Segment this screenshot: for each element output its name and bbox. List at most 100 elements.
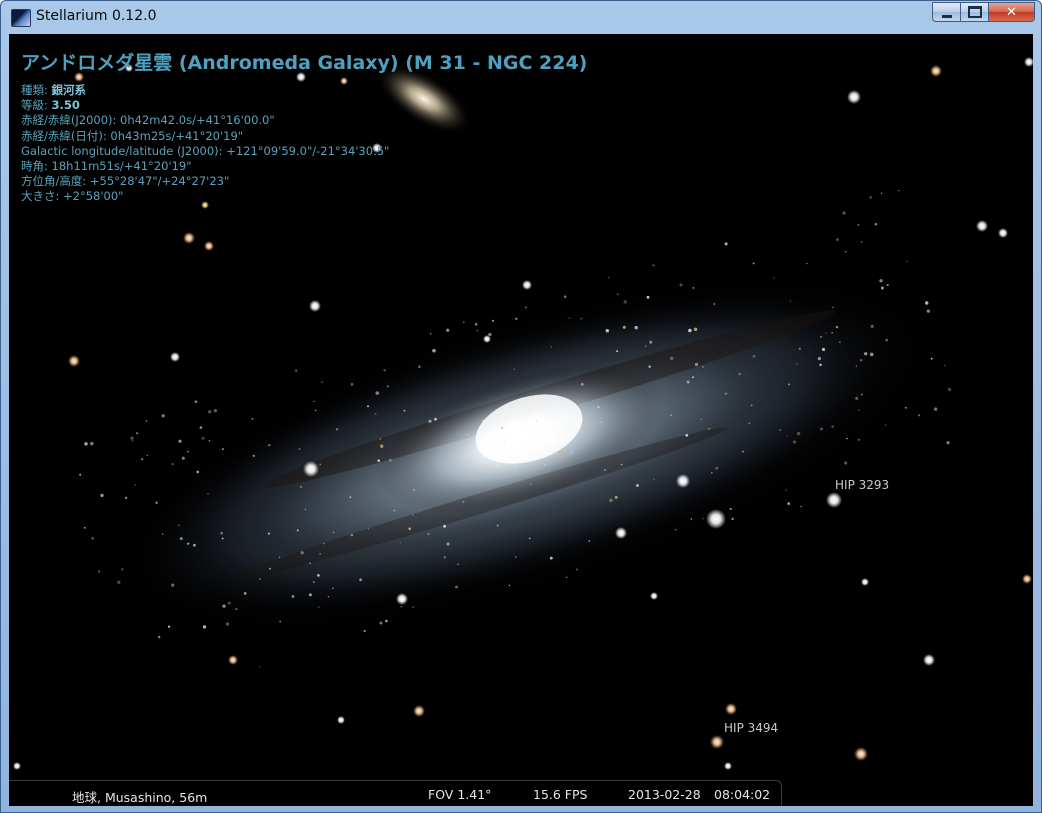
faint-star (171, 463, 174, 466)
faint-star (319, 463, 322, 466)
star[interactable] (1024, 57, 1033, 67)
faint-star (476, 329, 479, 332)
faint-star (379, 444, 384, 448)
status-fov: FOV 1.41° (428, 787, 492, 802)
faint-star (155, 501, 158, 504)
faint-star (646, 295, 650, 299)
faint-star (298, 448, 301, 451)
faint-star (130, 436, 134, 440)
maximize-button[interactable] (960, 2, 988, 22)
faint-star (614, 495, 618, 499)
close-button[interactable]: ✕ (988, 2, 1035, 22)
faint-star (386, 385, 389, 388)
star[interactable] (504, 419, 526, 441)
faint-star (443, 524, 447, 528)
star[interactable] (923, 654, 935, 666)
star[interactable] (303, 461, 319, 477)
faint-star (258, 666, 261, 668)
star[interactable] (826, 492, 842, 508)
star[interactable] (998, 228, 1008, 238)
star[interactable] (854, 747, 868, 761)
faint-star (798, 347, 801, 350)
faint-star (524, 306, 527, 309)
star[interactable] (204, 241, 214, 251)
faint-star (752, 262, 755, 265)
star[interactable] (706, 509, 726, 529)
star[interactable] (413, 705, 425, 717)
faint-star (201, 436, 205, 440)
faint-star (842, 211, 846, 215)
object-magnitude-row: 等級: 3.50 (21, 98, 587, 113)
star[interactable] (847, 90, 861, 104)
star[interactable] (13, 762, 21, 770)
faint-star (844, 461, 848, 465)
star[interactable] (396, 593, 408, 605)
star[interactable] (930, 65, 942, 77)
star[interactable] (309, 300, 321, 312)
status-time[interactable]: 08:04:02 (714, 787, 770, 802)
faint-star (432, 348, 436, 353)
faint-star (375, 391, 380, 395)
object-type-row: 種類: 銀河系 (21, 83, 587, 98)
status-location[interactable]: 地球, Musashino, 56m (72, 787, 207, 806)
faint-star (515, 317, 518, 320)
star[interactable] (228, 655, 238, 665)
faint-star (690, 518, 693, 520)
star[interactable] (710, 735, 724, 749)
window-title: Stellarium 0.12.0 (36, 8, 157, 24)
faint-star (864, 352, 868, 356)
faint-star (317, 574, 320, 577)
faint-star (393, 509, 396, 512)
star[interactable] (615, 527, 627, 539)
faint-star (187, 542, 190, 545)
faint-star (268, 567, 271, 570)
stellarium-app-icon[interactable] (11, 9, 31, 27)
faint-star (870, 324, 874, 329)
faint-star (785, 489, 787, 491)
faint-star (930, 357, 933, 360)
star[interactable] (861, 578, 869, 586)
faint-star (796, 431, 801, 436)
faint-star (693, 327, 698, 332)
star[interactable] (522, 280, 532, 290)
star-label-hip-3293[interactable]: HIP 3293 (835, 478, 889, 492)
sky-view[interactable]: アンドロメダ星雲 (Andromeda Galaxy) (M 31 - NGC … (9, 34, 1033, 806)
star-label-hip-3494[interactable]: HIP 3494 (724, 721, 778, 735)
star[interactable] (650, 592, 658, 600)
faint-star (652, 264, 655, 267)
andromeda-galaxy[interactable] (26, 170, 1032, 738)
star[interactable] (1022, 574, 1032, 584)
star[interactable] (170, 352, 180, 362)
faint-star (193, 543, 196, 547)
faint-star (313, 400, 315, 403)
faint-star (513, 368, 516, 371)
minimize-button[interactable] (932, 2, 960, 22)
faint-star (792, 440, 796, 444)
faint-star (715, 466, 719, 470)
faint-star (831, 332, 833, 334)
faint-star (713, 302, 716, 306)
star[interactable] (976, 220, 988, 232)
star[interactable] (725, 703, 737, 715)
faint-star (220, 531, 223, 535)
status-date[interactable]: 2013-02-28 (628, 787, 701, 802)
star[interactable] (483, 335, 491, 343)
star[interactable] (724, 762, 732, 770)
faint-star (535, 420, 538, 422)
faint-star (418, 365, 421, 368)
star[interactable] (676, 474, 690, 488)
star[interactable] (527, 412, 547, 432)
title-bar[interactable]: Stellarium 0.12.0 ✕ (1, 1, 1041, 34)
faint-star (323, 542, 325, 545)
faint-star (825, 332, 827, 334)
faint-star (496, 464, 500, 468)
star[interactable] (68, 355, 80, 367)
object-magnitude-label: 等級: (21, 98, 52, 113)
faint-star (752, 354, 756, 358)
star[interactable] (337, 716, 345, 724)
faint-star (649, 340, 653, 344)
faint-star (492, 319, 495, 322)
star[interactable] (183, 232, 195, 244)
faint-star (158, 635, 161, 639)
faint-star (161, 414, 165, 418)
